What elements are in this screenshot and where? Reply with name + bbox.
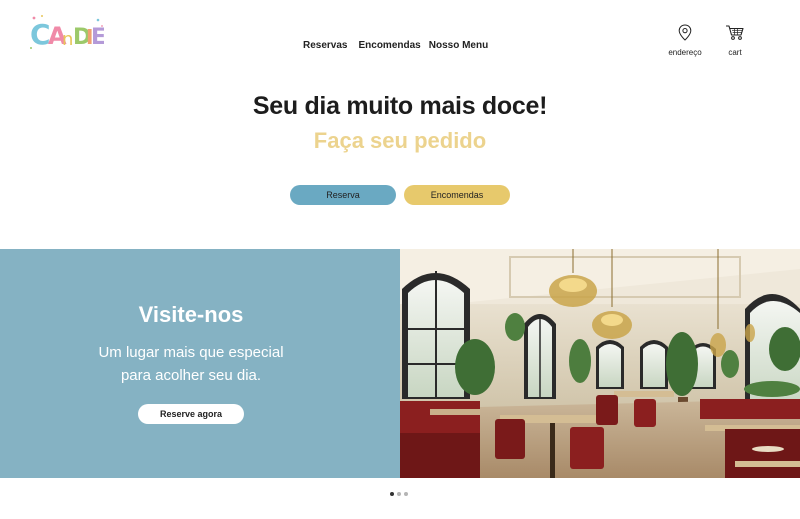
reserve-now-button[interactable]: Reserve agora xyxy=(138,404,244,424)
main-nav: Reservas Encomendas Nosso Menu xyxy=(303,40,488,51)
carousel-indicator xyxy=(390,492,408,496)
location-pin-icon xyxy=(678,24,692,46)
address-link[interactable]: endereço xyxy=(664,24,706,57)
nav-item-reservas[interactable]: Reservas xyxy=(303,40,347,51)
hero-title: Seu dia muito mais doce! xyxy=(252,92,548,120)
restaurant-interior-image xyxy=(400,249,800,478)
shopping-cart-icon xyxy=(725,24,745,46)
carousel-dot-1[interactable] xyxy=(390,492,394,496)
svg-text:n: n xyxy=(62,29,73,50)
hero-subtitle: Faça seu pedido xyxy=(313,128,487,153)
svg-text:E: E xyxy=(91,25,104,50)
nav-item-encomendas[interactable]: Encomendas xyxy=(358,40,420,51)
visit-description-line-2: para acolher seu dia. xyxy=(120,367,262,384)
visit-description-line-1: Um lugar mais que especial xyxy=(98,344,284,361)
carousel-dot-2[interactable] xyxy=(397,492,401,496)
reserva-button[interactable]: Reserva xyxy=(290,185,396,205)
brand-logo[interactable]: C A n D I E xyxy=(28,12,106,52)
visit-title: Visite-nos xyxy=(138,302,244,327)
carousel-dot-3[interactable] xyxy=(404,492,408,496)
cart-link[interactable]: cart xyxy=(722,24,748,57)
nav-item-nosso-menu[interactable]: Nosso Menu xyxy=(429,40,488,51)
encomendas-button[interactable]: Encomendas xyxy=(404,185,510,205)
visit-banner: Visite-nos Um lugar mais que especial pa… xyxy=(0,249,400,478)
cart-label: cart xyxy=(728,48,742,57)
address-label: endereço xyxy=(668,48,702,57)
